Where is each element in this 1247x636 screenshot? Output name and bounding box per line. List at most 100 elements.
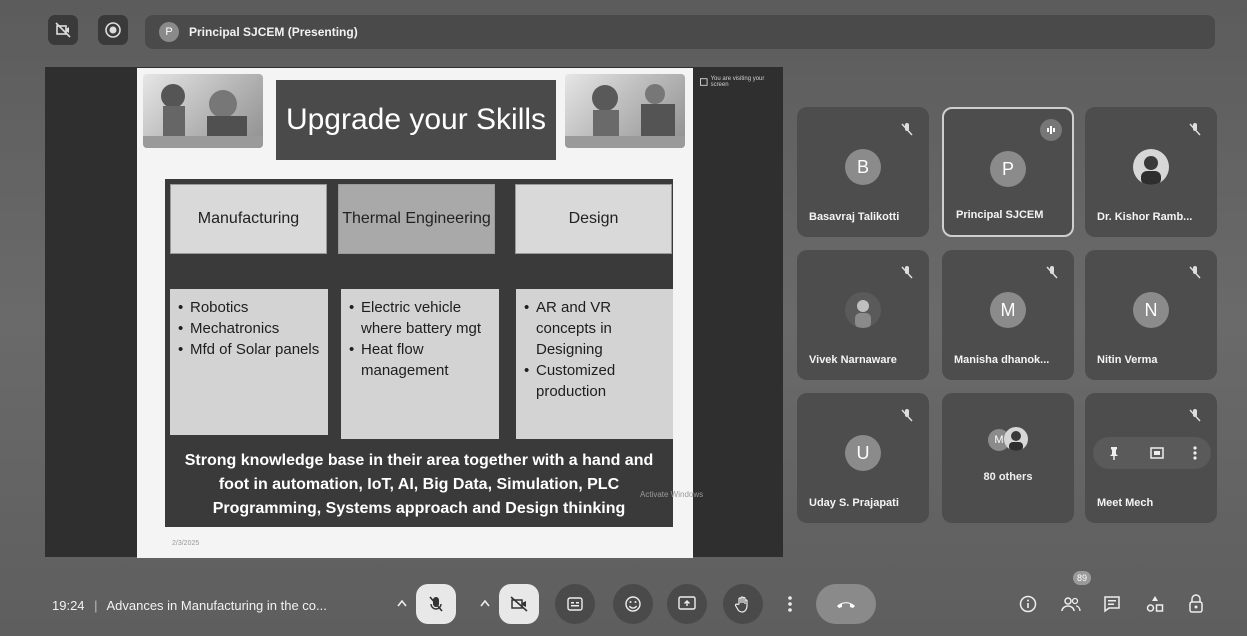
others-tile[interactable]: M 80 others <box>942 393 1074 523</box>
mic-off-icon <box>901 123 913 136</box>
mic-off-icon <box>429 596 443 612</box>
category-thermal-engineering: Thermal Engineering <box>338 184 495 254</box>
participant-tile[interactable]: B Basavraj Talikotti <box>797 107 929 237</box>
slide-date: 2/3/2025 <box>172 540 200 547</box>
slide-banner: Strong knowledge base in their area toge… <box>184 451 654 517</box>
chevron-up-icon[interactable] <box>478 596 492 610</box>
participant-tile[interactable]: M Manisha dhanok... <box>942 250 1074 380</box>
end-call-button[interactable] <box>816 584 876 624</box>
meet-screen: P Principal SJCEM (Presenting) You are v… <box>0 0 1247 636</box>
list-item: AR and VR concepts in Designing <box>524 297 667 360</box>
hand-icon <box>735 596 748 613</box>
camera-toggle-button[interactable] <box>499 584 539 624</box>
chat-icon <box>1104 596 1120 613</box>
participant-tile[interactable]: N Nitin Verma <box>1085 250 1217 380</box>
participant-name: Dr. Kishor Ramb... <box>1097 211 1193 223</box>
list-item: Robotics <box>178 297 322 318</box>
windows-watermark: Activate Windows <box>640 490 704 499</box>
present-screen-button[interactable] <box>667 584 707 624</box>
avatar: B <box>845 149 881 185</box>
speaking-indicator-icon <box>1040 119 1062 141</box>
more-vert-icon <box>788 596 792 612</box>
people-icon <box>1061 597 1081 612</box>
list-item: Customized production <box>524 360 667 402</box>
list-item: Heat flow management <box>349 339 493 381</box>
participant-name: Nitin Verma <box>1097 354 1158 366</box>
thermal-list: Electric vehicle where battery mgt Heat … <box>341 289 499 439</box>
toast-text: You are visiting your screen <box>710 76 765 88</box>
avatar-photo <box>845 292 881 328</box>
mic-off-icon <box>1189 409 1201 422</box>
meeting-details-button[interactable] <box>1016 592 1040 616</box>
participant-name: Principal SJCEM <box>956 209 1044 221</box>
emoji-icon <box>625 596 641 612</box>
design-list: AR and VR concepts in Designing Customiz… <box>516 289 673 439</box>
participant-tile[interactable]: U Uday S. Prajapati <box>797 393 929 523</box>
camera-off-icon[interactable] <box>48 15 78 45</box>
avatar: N <box>1133 292 1169 328</box>
more-options-button[interactable] <box>776 584 804 624</box>
activities-icon <box>1146 596 1164 612</box>
avatar: U <box>845 435 881 471</box>
pin-icon[interactable] <box>1107 446 1121 460</box>
participant-name: Manisha dhanok... <box>954 354 1050 366</box>
avatar: M <box>990 292 1026 328</box>
presenting-label: Principal SJCEM (Presenting) <box>189 25 358 39</box>
info-icon <box>1019 595 1037 613</box>
clock-time: 19:24 <box>52 598 85 613</box>
participant-tile[interactable]: Meet Mech <box>1085 393 1217 523</box>
people-count-badge: 89 <box>1073 571 1091 585</box>
participant-tile[interactable]: Dr. Kishor Ramb... <box>1085 107 1217 237</box>
frame-icon[interactable] <box>1150 446 1164 460</box>
more-vert-icon[interactable] <box>1193 446 1197 460</box>
chevron-up-icon[interactable] <box>395 596 409 610</box>
participant-name: Uday S. Prajapati <box>809 497 899 509</box>
participant-name: Meet Mech <box>1097 497 1154 509</box>
slide-title: Upgrade your Skills <box>276 80 556 160</box>
captions-icon <box>567 597 583 611</box>
host-controls-button[interactable] <box>1184 592 1208 616</box>
chat-button[interactable] <box>1100 592 1124 616</box>
manufacturing-list: Robotics Mechatronics Mfd of Solar panel… <box>170 289 328 435</box>
top-bar: P Principal SJCEM (Presenting) <box>0 0 1247 62</box>
others-count: 80 others <box>983 471 1033 483</box>
presented-slide: Upgrade your Skills Manufacturing Therma… <box>137 68 693 558</box>
emoji-button[interactable] <box>613 584 653 624</box>
avatar-photo <box>1004 427 1028 451</box>
meeting-info: 19:24 | Advances in Manufacturing in the… <box>52 598 327 613</box>
people-button[interactable] <box>1059 592 1083 616</box>
bottom-bar: 19:24 | Advances in Manufacturing in the… <box>0 570 1247 636</box>
participant-tile[interactable]: Vivek Narnaware <box>797 250 929 380</box>
screen-share-toast: You are visiting your screen <box>700 75 780 89</box>
lock-icon <box>1189 594 1203 613</box>
meeting-title: Advances in Manufacturing in the co... <box>106 598 327 613</box>
participant-name: Vivek Narnaware <box>809 354 897 366</box>
mic-toggle-button[interactable] <box>416 584 456 624</box>
present-icon <box>678 596 696 610</box>
mic-off-icon <box>1189 123 1201 136</box>
activities-button[interactable] <box>1143 592 1167 616</box>
slide-cartoon-left <box>143 74 263 148</box>
participant-name: Basavraj Talikotti <box>809 211 900 223</box>
avatar: P <box>990 151 1026 187</box>
camera-off-icon <box>510 596 528 612</box>
category-manufacturing: Manufacturing <box>170 184 327 254</box>
phone-hangup-icon <box>837 602 855 608</box>
list-item: Mfd of Solar panels <box>178 339 322 360</box>
mic-off-icon <box>1046 266 1058 279</box>
presenter-avatar: P <box>159 22 179 42</box>
mic-off-icon <box>901 409 913 422</box>
list-item: Mechatronics <box>178 318 322 339</box>
presenting-banner[interactable]: P Principal SJCEM (Presenting) <box>145 15 1215 49</box>
separator: | <box>94 598 98 613</box>
captions-button[interactable] <box>555 584 595 624</box>
participant-tile-active[interactable]: P Principal SJCEM <box>942 107 1074 237</box>
mic-off-icon <box>1189 266 1201 279</box>
info-icon <box>700 78 708 86</box>
tile-hover-controls <box>1093 437 1211 469</box>
mic-off-icon <box>901 266 913 279</box>
list-item: Electric vehicle where battery mgt <box>349 297 493 339</box>
record-icon[interactable] <box>98 15 128 45</box>
raise-hand-button[interactable] <box>723 584 763 624</box>
slide-cartoon-right <box>565 74 685 148</box>
